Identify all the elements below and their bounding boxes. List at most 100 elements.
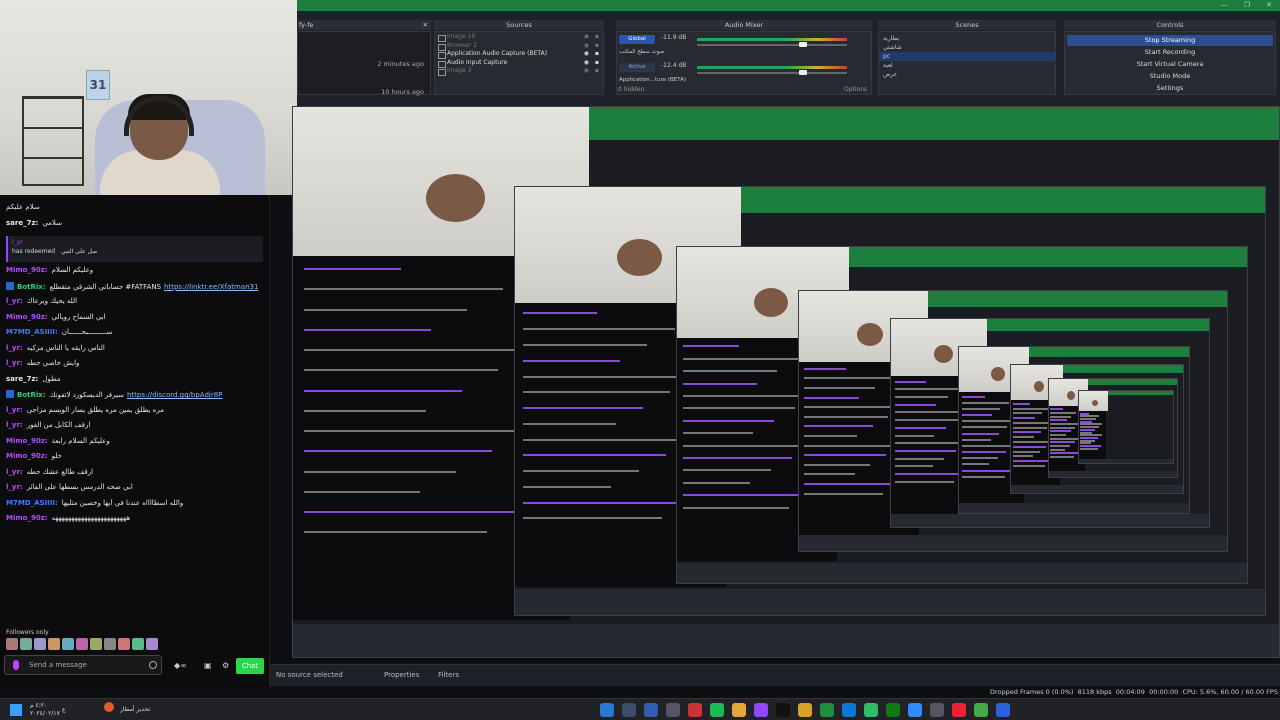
preview-chat-line: [1050, 427, 1076, 429]
app-icon[interactable]: [644, 703, 658, 717]
close-icon[interactable]: ✕: [1266, 1, 1272, 9]
chat-username[interactable]: BotRix:: [17, 283, 46, 291]
app-icon[interactable]: [666, 703, 680, 717]
source-item[interactable]: Browser 2 ◉ ▪: [435, 42, 603, 51]
emote-row[interactable]: [6, 638, 158, 650]
preview-streamer: [991, 367, 1005, 381]
control-button[interactable]: Settings: [1067, 83, 1273, 94]
chat-username[interactable]: Mimo_90z:: [6, 266, 48, 274]
lock-icon[interactable]: ▪: [595, 59, 599, 68]
chat-username[interactable]: l_yr:: [6, 468, 23, 476]
properties-button[interactable]: Properties: [384, 671, 419, 679]
visibility-icon[interactable]: ◉: [584, 33, 589, 42]
chat-username[interactable]: Mimo_90z:: [6, 437, 48, 445]
chat-link[interactable]: https://discord.gg/bpAdjr8P: [127, 391, 222, 399]
chrome-icon[interactable]: [732, 703, 746, 717]
chat-username[interactable]: sare_7z:: [6, 219, 38, 227]
obs-icon[interactable]: [688, 703, 702, 717]
control-button[interactable]: Start Recording: [1067, 47, 1273, 58]
chat-button[interactable]: Chat: [236, 658, 264, 674]
chat-username[interactable]: Mimo_90z:: [6, 313, 48, 321]
chat-link[interactable]: https://linktr.ee/Xfatman31: [164, 283, 258, 291]
edge-icon[interactable]: [600, 703, 614, 717]
app-icon[interactable]: [908, 703, 922, 717]
weather-text[interactable]: تحذير أمطار: [120, 706, 150, 713]
source-item[interactable]: Audio Input Capture ◉ ▪: [435, 59, 603, 68]
source-item[interactable]: Image 10 ◉ ▪: [435, 33, 603, 42]
scene-item[interactable]: عرض: [879, 70, 1055, 79]
chat-username[interactable]: l_yr:: [6, 406, 23, 414]
scene-item[interactable]: pc: [879, 52, 1055, 61]
chat-username[interactable]: l_yr:: [6, 359, 23, 367]
twitch-icon[interactable]: [754, 703, 768, 717]
maximize-icon[interactable]: ❐: [1244, 1, 1250, 9]
lock-icon[interactable]: ▪: [595, 42, 599, 51]
visibility-icon[interactable]: ◉: [584, 50, 589, 59]
mic-icon[interactable]: [13, 660, 19, 670]
chat-username[interactable]: BotRix:: [17, 391, 46, 399]
app-icon[interactable]: [974, 703, 988, 717]
emoji-icon[interactable]: [149, 661, 157, 669]
preview-statusbar: [293, 624, 1279, 657]
scene-item[interactable]: لعبة: [879, 61, 1055, 70]
steam-icon[interactable]: [622, 703, 636, 717]
app-icon[interactable]: [864, 703, 878, 717]
chat-username[interactable]: Mimo_90z:: [6, 452, 48, 460]
lock-icon[interactable]: ▪: [595, 50, 599, 59]
visibility-icon[interactable]: ◉: [584, 59, 589, 68]
app-icon[interactable]: [996, 703, 1010, 717]
app-icon[interactable]: [842, 703, 856, 717]
chat-message: l_yr: مره يطلق يمين مره يطلق يسار الويسم …: [6, 406, 263, 422]
source-item[interactable]: Image 3 ◉ ▪: [435, 67, 603, 76]
app-icon[interactable]: [776, 703, 790, 717]
lock-icon[interactable]: ▪: [595, 67, 599, 76]
app-icon[interactable]: [952, 703, 966, 717]
preview-chat-line: [1080, 423, 1103, 425]
options-button[interactable]: Options: [844, 86, 867, 93]
chat-username[interactable]: M7MD_ASIIII:: [6, 328, 58, 336]
language-indicator[interactable]: ع: [62, 706, 66, 713]
preview-chat-line: [803, 416, 888, 418]
xbox-icon[interactable]: [886, 703, 900, 717]
settings-icon[interactable]: ⚙: [222, 661, 229, 670]
volume-slider[interactable]: [697, 44, 847, 46]
app-icon[interactable]: [820, 703, 834, 717]
preview-chat-line: [803, 387, 875, 389]
volume-slider[interactable]: [697, 72, 847, 74]
preview-statusbar: [799, 535, 1227, 551]
chat-message: l_yr: ابي صحه الدرمس بسطها على الفائر: [6, 483, 263, 499]
chat-username[interactable]: sare_7z:: [6, 375, 38, 383]
chat-username[interactable]: l_yr: [12, 238, 259, 247]
scene-item[interactable]: شاشتي: [879, 43, 1055, 52]
close-icon[interactable]: ✕: [423, 20, 428, 30]
folder-icon[interactable]: [798, 703, 812, 717]
weather-icon[interactable]: [104, 702, 114, 712]
control-button[interactable]: Stop Streaming: [1067, 35, 1273, 46]
control-button[interactable]: Start Virtual Camera: [1067, 59, 1273, 70]
scene-item[interactable]: بطارية: [879, 34, 1055, 43]
lock-icon[interactable]: ▪: [595, 33, 599, 42]
send-message-input[interactable]: Send a message: [4, 655, 162, 675]
app-icon[interactable]: [930, 703, 944, 717]
minimize-icon[interactable]: —: [1221, 1, 1228, 9]
spotify-icon[interactable]: [710, 703, 724, 717]
chat-username[interactable]: l_yr:: [6, 344, 23, 352]
volume-knob[interactable]: [799, 42, 807, 47]
chat-username[interactable]: Mimo_90z:: [6, 514, 48, 522]
volume-knob[interactable]: [799, 70, 807, 75]
chat-username[interactable]: l_yr:: [6, 483, 23, 491]
source-item[interactable]: Application Audio Capture (BETA) ◉ ▪: [435, 50, 603, 59]
chat-username[interactable]: M7MD_ASIIII:: [6, 499, 58, 507]
visibility-icon[interactable]: ◉: [584, 42, 589, 51]
controls-panel: Stop Streaming Start Recording Start Virtu…: [1064, 31, 1276, 95]
start-icon[interactable]: [10, 704, 22, 716]
chat-username[interactable]: l_yr:: [6, 297, 23, 305]
trash-icon[interactable]: ▣: [204, 661, 212, 670]
filters-button[interactable]: Filters: [438, 671, 459, 679]
preview-chat-line: [803, 445, 902, 447]
chat-username[interactable]: l_yr:: [6, 421, 23, 429]
preview-chat-line: [523, 502, 690, 504]
bits-icon[interactable]: ◆∞: [174, 661, 187, 670]
visibility-icon[interactable]: ◉: [584, 67, 589, 76]
control-button[interactable]: Studio Mode: [1067, 71, 1273, 82]
